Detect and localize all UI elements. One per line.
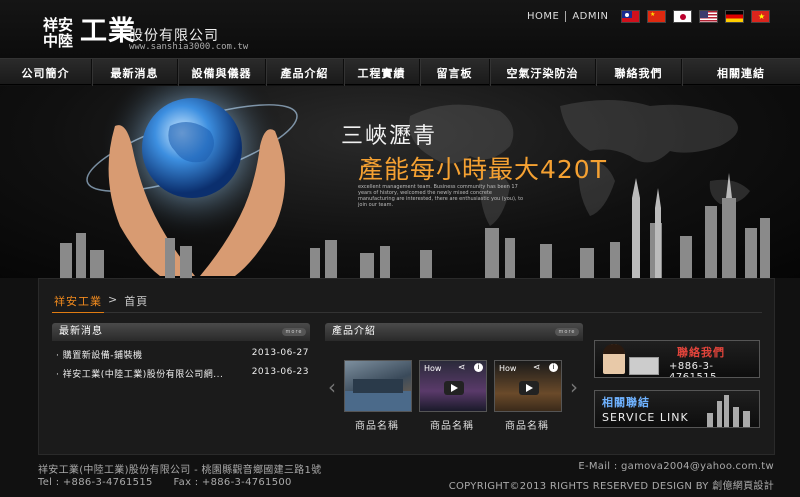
breadcrumb: 祥安工業 > 首頁: [54, 293, 148, 309]
home-link[interactable]: HOME: [527, 11, 559, 22]
skyline-icon: [707, 395, 750, 427]
nav-item-news[interactable]: 最新消息: [92, 59, 178, 86]
footer-copyright: COPYRIGHT©2013 RIGHTS RESERVED DESIGN BY…: [448, 481, 774, 492]
video-title: How: [424, 364, 442, 373]
product-thumbnail[interactable]: [344, 360, 412, 412]
breadcrumb-separator: >: [108, 293, 119, 306]
language-flags: ★ ★: [621, 10, 770, 23]
links-title: 相關聯結: [602, 396, 650, 409]
footer-email[interactable]: E-Mail : gamova2004@yahoo.com.tw: [578, 461, 774, 472]
footer-company-address: 祥安工業(中陸工業)股份有限公司 - 桃園縣觀音鄉國建三路1號: [38, 465, 322, 476]
nav-item-guestbook[interactable]: 留言板: [420, 59, 490, 86]
news-item-title[interactable]: · 購置新設備-鋪裝機: [56, 351, 142, 361]
header: 祥安中陸 工業 股份有限公司 www.sanshia3000.com.tw HO…: [0, 0, 800, 58]
logo-mark[interactable]: 祥安中陸: [43, 17, 79, 51]
germany-flag-icon[interactable]: [725, 10, 744, 23]
hero-banner: 三峽瀝青 產能每小時最大420T excellent management te…: [0, 86, 800, 278]
footer-tel-fax: Tel : +886-3-4761515 Fax : +886-3-476150…: [38, 477, 292, 488]
share-icon[interactable]: ⋖: [458, 363, 466, 373]
logo-url: www.sanshia3000.com.tw: [129, 42, 249, 52]
divider: [52, 312, 762, 313]
news-box-title: 最新消息: [59, 326, 103, 337]
banner-title: 三峽瀝青: [341, 124, 438, 149]
product-video-thumbnail[interactable]: How ⋖ i: [494, 360, 562, 412]
contact-us-button[interactable]: 聯絡我們 +886-3-4761515: [594, 340, 760, 378]
links-subtitle: SERVICE LINK: [602, 411, 689, 424]
breadcrumb-current: 首頁: [124, 295, 149, 308]
products-box-header: 產品介紹 more: [325, 323, 583, 341]
share-icon[interactable]: ⋖: [533, 363, 541, 373]
nav-item-projects[interactable]: 工程實績: [344, 59, 420, 86]
nav-item-products[interactable]: 產品介紹: [266, 59, 344, 86]
video-title: How: [499, 364, 517, 373]
japan-flag-icon[interactable]: [673, 10, 692, 23]
usa-flag-icon[interactable]: [699, 10, 718, 23]
nav-item-contact[interactable]: 聯絡我們: [596, 59, 682, 86]
news-item[interactable]: · 祥安工業(中陸工業)股份有限公司網... 2013-06-23: [56, 367, 309, 380]
laptop-icon: [629, 357, 659, 375]
products-more-button[interactable]: more: [555, 328, 579, 336]
news-item-title[interactable]: · 祥安工業(中陸工業)股份有限公司網...: [56, 370, 223, 380]
related-links-button[interactable]: 相關聯結 SERVICE LINK: [594, 390, 760, 428]
product-label[interactable]: 商品名稱: [430, 417, 474, 432]
contact-phone: +886-3-4761515: [669, 361, 718, 378]
play-button-icon[interactable]: [444, 381, 464, 395]
play-button-icon[interactable]: [519, 381, 539, 395]
nav-item-about[interactable]: 公司簡介: [0, 59, 92, 86]
products-box-title: 產品介紹: [332, 326, 376, 337]
contact-title: 聯絡我們: [677, 346, 725, 359]
product-label[interactable]: 商品名稱: [355, 417, 399, 432]
news-more-button[interactable]: more: [282, 328, 306, 336]
next-arrow-icon[interactable]: ›: [570, 375, 578, 399]
nav-item-links[interactable]: 相關連結: [682, 59, 800, 86]
main-nav: 公司簡介 最新消息 設備與儀器 產品介紹 工程實績 留言板 空氣汙染防治 聯絡我…: [0, 58, 800, 86]
city-skyline-graphic: [60, 173, 770, 278]
china-flag-icon[interactable]: ★: [647, 10, 666, 23]
vietnam-flag-icon[interactable]: ★: [751, 10, 770, 23]
top-links: HOME ADMIN: [527, 11, 608, 22]
divider: [565, 11, 567, 22]
info-icon[interactable]: i: [474, 363, 483, 372]
divider-accent: [52, 312, 104, 313]
news-box-header: 最新消息 more: [52, 323, 310, 341]
breadcrumb-home[interactable]: 祥安工業: [54, 293, 102, 309]
nav-item-air-pollution[interactable]: 空氣汙染防治: [490, 59, 596, 86]
page: 祥安中陸 工業 股份有限公司 www.sanshia3000.com.tw HO…: [0, 0, 800, 497]
news-item-date: 2013-06-27: [251, 348, 309, 358]
news-item[interactable]: · 購置新設備-鋪裝機 2013-06-27: [56, 348, 309, 361]
taiwan-flag-icon[interactable]: [621, 10, 640, 23]
product-label[interactable]: 商品名稱: [505, 417, 549, 432]
content-panel: 祥安工業 > 首頁 最新消息 more · 購置新設備-鋪裝機 2013-06-…: [38, 278, 775, 455]
nav-item-equipment[interactable]: 設備與儀器: [178, 59, 266, 86]
operator-avatar: [603, 344, 625, 374]
prev-arrow-icon[interactable]: ‹: [328, 375, 336, 399]
admin-link[interactable]: ADMIN: [572, 11, 608, 22]
info-icon[interactable]: i: [549, 363, 558, 372]
logo-title[interactable]: 工業: [80, 17, 136, 47]
product-video-thumbnail[interactable]: How ⋖ i: [419, 360, 487, 412]
news-item-date: 2013-06-23: [251, 367, 309, 377]
